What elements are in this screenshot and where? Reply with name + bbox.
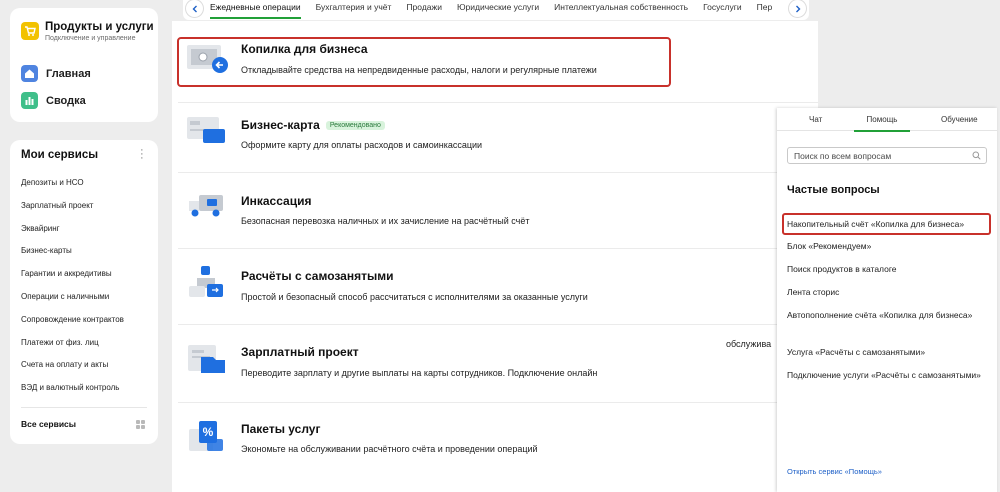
faq-item[interactable]: Накопительный счёт «Копилка для бизнеса»	[787, 218, 987, 230]
divider	[178, 248, 818, 249]
service-item[interactable]: Счета на оплату и акты	[21, 359, 124, 382]
all-services-link[interactable]: Все сервисы	[21, 419, 76, 429]
service-item[interactable]: Депозиты и НСО	[21, 177, 124, 200]
faq-item[interactable]: Автопополнение счёта «Копилка для бизнес…	[787, 309, 987, 321]
piggy-bank-icon	[187, 45, 228, 73]
chart-icon	[21, 92, 38, 109]
product-title[interactable]: Зарплатный проект	[241, 345, 359, 359]
brand[interactable]: Продукты и услуги Подключение и управлен…	[21, 20, 154, 44]
my-services-title: Мои сервисы	[21, 149, 99, 161]
service-item[interactable]: ВЭД и валютный контроль	[21, 382, 124, 405]
brand-title: Продукты и услуги	[45, 21, 154, 33]
product-description: Оформите карту для оплаты расходов и сам…	[241, 140, 483, 150]
category-tabs-bar: Ежедневные операции Бухгалтерия и учёт П…	[183, 0, 809, 20]
product-description: Простой и безопасный способ рассчитаться…	[241, 292, 588, 302]
recommended-badge: Рекомендовано	[325, 121, 385, 130]
service-item[interactable]: Эквайринг	[21, 223, 124, 246]
sidebar-item-summary[interactable]: Сводка	[21, 92, 86, 109]
products-list: Копилка для бизнеса Откладывайте средств…	[172, 21, 818, 492]
divider	[178, 102, 818, 103]
tab-sales[interactable]: Продажи	[406, 2, 442, 19]
faq-title: Частые вопросы	[787, 184, 880, 196]
chevron-left-icon	[192, 5, 197, 12]
brand-subtitle: Подключение и управление	[45, 35, 136, 42]
tab-chat[interactable]: Чат	[809, 115, 822, 124]
card-icon	[187, 117, 225, 143]
divider	[178, 172, 818, 173]
faq-item[interactable]: Услуга «Расчёты с самозанятыми»	[787, 346, 987, 358]
search-icon[interactable]	[972, 151, 981, 160]
truck-icon	[189, 195, 223, 217]
open-help-link[interactable]: Открыть сервис «Помощь»	[787, 467, 882, 476]
sidebar-item-home[interactable]: Главная	[21, 65, 91, 82]
tab-legal[interactable]: Юридические услуги	[457, 2, 539, 19]
product-title[interactable]: Расчёты с самозанятыми	[241, 269, 393, 283]
truncated-label: обслужива	[726, 339, 772, 349]
product-description: Переводите зарплату и другие выплаты на …	[241, 368, 598, 378]
help-panel: Чат Помощь Обучение Частые вопросы Накоп…	[777, 108, 997, 492]
tab-daily-operations[interactable]: Ежедневные операции	[210, 2, 301, 19]
more-vertical-icon[interactable]: · · ·	[140, 145, 146, 164]
sidebar-top-card: Продукты и услуги Подключение и управлен…	[10, 8, 158, 122]
product-title[interactable]: Пакеты услуг	[241, 422, 320, 436]
my-services-card: Мои сервисы · · · Депозиты и НСО Зарплатны…	[10, 140, 158, 444]
divider	[21, 407, 147, 408]
product-description: Безопасная перевозка наличных и их зачис…	[241, 216, 530, 226]
faq-item[interactable]: Блок «Рекомендуем»	[787, 240, 987, 252]
faq-item[interactable]: Подключение услуги «Расчёты с самозаняты…	[787, 369, 987, 381]
tabs-scroll-left-button[interactable]	[186, 0, 203, 17]
help-search-input[interactable]	[787, 147, 987, 164]
product-title[interactable]: Инкассация	[241, 194, 311, 208]
sidebar-item-label: Сводка	[46, 94, 86, 107]
faq-item[interactable]: Лента сторис	[787, 286, 987, 298]
tab-learning[interactable]: Обучение	[941, 115, 978, 124]
divider	[178, 324, 818, 325]
tab-help[interactable]: Помощь	[854, 115, 910, 132]
service-item[interactable]: Бизнес-карты	[21, 245, 124, 268]
service-item[interactable]: Сопровождение контрактов	[21, 314, 124, 337]
grid-icon[interactable]	[136, 420, 145, 429]
product-description: Экономьте на обслуживании расчётного счё…	[241, 444, 538, 454]
payroll-icon	[188, 345, 225, 373]
divider	[178, 402, 818, 403]
service-item[interactable]: Операции с наличными	[21, 291, 124, 314]
product-description: Откладывайте средства на непредвиденные …	[241, 65, 597, 75]
product-title[interactable]: Бизнес-карта Рекомендовано	[241, 118, 385, 132]
service-item[interactable]: Гарантии и аккредитивы	[21, 268, 124, 291]
tabs-scroll-right-button[interactable]	[789, 0, 806, 17]
person-icon	[189, 266, 223, 297]
services-list: Депозиты и НСО Зарплатный проект Эквайри…	[21, 177, 124, 405]
tab-next-cut[interactable]: Пер	[757, 2, 773, 19]
percent-icon: %	[189, 421, 223, 451]
tab-gov-services[interactable]: Госуслуги	[703, 2, 741, 19]
sidebar-item-label: Главная	[46, 67, 91, 80]
service-item[interactable]: Зарплатный проект	[21, 200, 124, 223]
cart-icon	[21, 22, 39, 40]
service-item[interactable]: Платежи от физ. лиц	[21, 337, 124, 360]
tab-accounting[interactable]: Бухгалтерия и учёт	[316, 2, 392, 19]
svg-text:%: %	[203, 425, 214, 439]
chevron-right-icon	[795, 5, 800, 12]
product-title[interactable]: Копилка для бизнеса	[241, 42, 368, 56]
category-tabs: Ежедневные операции Бухгалтерия и учёт П…	[210, 2, 787, 19]
home-icon	[21, 65, 38, 82]
help-tabs: Чат Помощь Обучение	[777, 108, 997, 132]
tab-intellectual-property[interactable]: Интеллектуальная собственность	[554, 2, 688, 19]
faq-item[interactable]: Поиск продуктов в каталоге	[787, 263, 987, 275]
